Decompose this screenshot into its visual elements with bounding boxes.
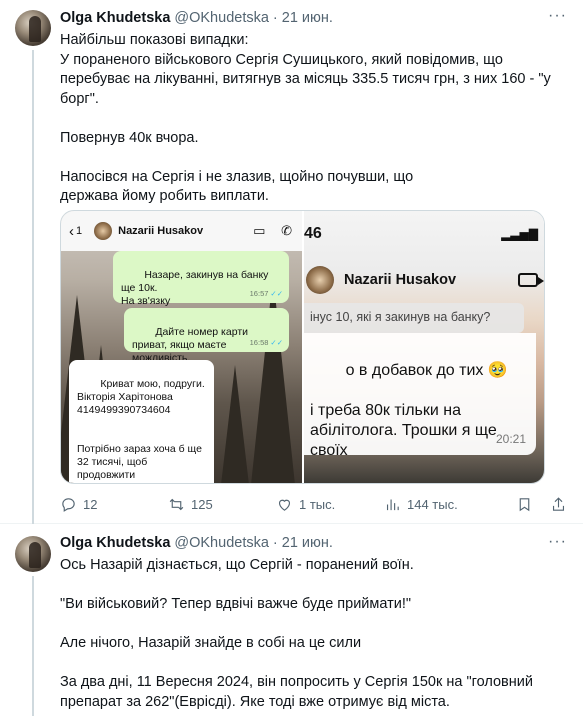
- action-bar: 12 125 1 тыс. 144 тыс.: [60, 494, 565, 514]
- retweet-button[interactable]: 125: [168, 496, 213, 513]
- bookmark-icon: [519, 497, 530, 511]
- contact-name: Nazarii Husakov: [118, 225, 204, 237]
- message-bubble: Криват мою, подруги. Вікторія Харітонова…: [69, 360, 214, 483]
- retweet-icon: [169, 498, 184, 510]
- retweet-count: 125: [191, 496, 213, 512]
- separator-dot: ·: [272, 10, 278, 26]
- read-ticks-icon: ✓✓: [270, 338, 283, 347]
- views-icon: [386, 499, 399, 510]
- more-options-icon[interactable]: ···: [548, 534, 567, 550]
- message-time: 16:57: [249, 289, 269, 298]
- chat-screenshot-1[interactable]: ‹ 1 Nazarii Husakov ▭ ✆ Назаре, закинув …: [61, 211, 302, 483]
- author-handle[interactable]: @OKhudetska: [174, 10, 269, 26]
- tweet-timestamp[interactable]: 21 июн.: [282, 10, 333, 26]
- author-name[interactable]: Olga Khudetska: [60, 10, 170, 26]
- message-time: 20:21: [495, 432, 526, 446]
- unread-count: 1: [76, 225, 83, 237]
- message-bubble: о в добавок до тих 🥹 і треба 80к тільки …: [304, 333, 536, 459]
- avatar[interactable]: [15, 536, 51, 572]
- views-button[interactable]: 144 тыс.: [384, 496, 458, 513]
- phone-icon: ✆: [281, 223, 292, 238]
- chat-header: ‹ 1 Nazarii Husakov ▭ ✆: [61, 211, 302, 251]
- message-text: о в добавок до тих 🥹 і треба 80к тільки …: [310, 362, 508, 459]
- message-text: Дайте номер карти приват, якщо маєте мож…: [132, 326, 251, 364]
- contact-avatar: [94, 222, 113, 240]
- video-call-icon: ▭: [253, 223, 266, 238]
- bookmark-button[interactable]: [516, 496, 533, 513]
- reply-icon: [62, 497, 75, 512]
- message-time: 16:58: [249, 338, 269, 347]
- status-time: 46: [304, 225, 322, 242]
- tweet-header: Olga Khudetska @OKhudetska · 21 июн.: [60, 8, 333, 28]
- avatar[interactable]: [15, 10, 51, 46]
- read-ticks-icon: ✓✓: [270, 289, 283, 298]
- signal-icon: ▂▃▅▇: [501, 227, 538, 241]
- separator-dot: ·: [272, 535, 278, 551]
- message-bubble: Дайте номер карти приват, якщо маєте мож…: [124, 308, 289, 364]
- author-handle[interactable]: @OKhudetska: [174, 535, 269, 551]
- thread-line: [32, 50, 34, 524]
- tweet-text: Ось Назарій дізнається, що Сергій - пора…: [60, 557, 533, 710]
- contact-avatar: [306, 266, 334, 294]
- tweet-header: Olga Khudetska @OKhudetska · 21 июн.: [60, 533, 333, 553]
- chat-screenshot-2[interactable]: 46 ▂▃▅▇ Nazarii Husakov інус 10, які я з…: [304, 211, 544, 483]
- chat-header: Nazarii Husakov: [304, 257, 544, 303]
- tweet-text: Найбільш показові випадки: У пораненого …: [60, 32, 551, 204]
- like-count: 1 тыс.: [299, 496, 336, 512]
- share-button[interactable]: [550, 496, 567, 513]
- like-button[interactable]: 1 тыс.: [276, 496, 335, 513]
- tweet[interactable]: Olga Khudetska @OKhudetska · 21 июн. ···…: [0, 0, 583, 524]
- reply-count: 12: [83, 496, 98, 512]
- tweet[interactable]: Olga Khudetska @OKhudetska · 21 июн. ···…: [0, 524, 583, 716]
- message-bubble: Назаре, закинув на банку ще 10к. На зв'я…: [113, 251, 289, 307]
- message-text: Криват мою, подруги. Вікторія Харітонова…: [77, 378, 205, 483]
- thread-line: [32, 576, 34, 716]
- tweet-media[interactable]: ‹ 1 Nazarii Husakov ▭ ✆ Назаре, закинув …: [60, 210, 545, 484]
- views-count: 144 тыс.: [407, 496, 458, 512]
- author-name[interactable]: Olga Khudetska: [60, 535, 170, 551]
- video-call-icon: [518, 273, 544, 287]
- share-icon: [552, 496, 565, 511]
- reply-button[interactable]: 12: [60, 496, 97, 513]
- tweet-timestamp[interactable]: 21 июн.: [282, 535, 333, 551]
- heart-icon: [278, 499, 291, 511]
- back-icon: ‹: [69, 222, 74, 240]
- quoted-message: інус 10, які я закинув на банку?: [304, 303, 524, 333]
- more-options-icon[interactable]: ···: [548, 8, 567, 24]
- contact-name: Nazarii Husakov: [344, 272, 457, 288]
